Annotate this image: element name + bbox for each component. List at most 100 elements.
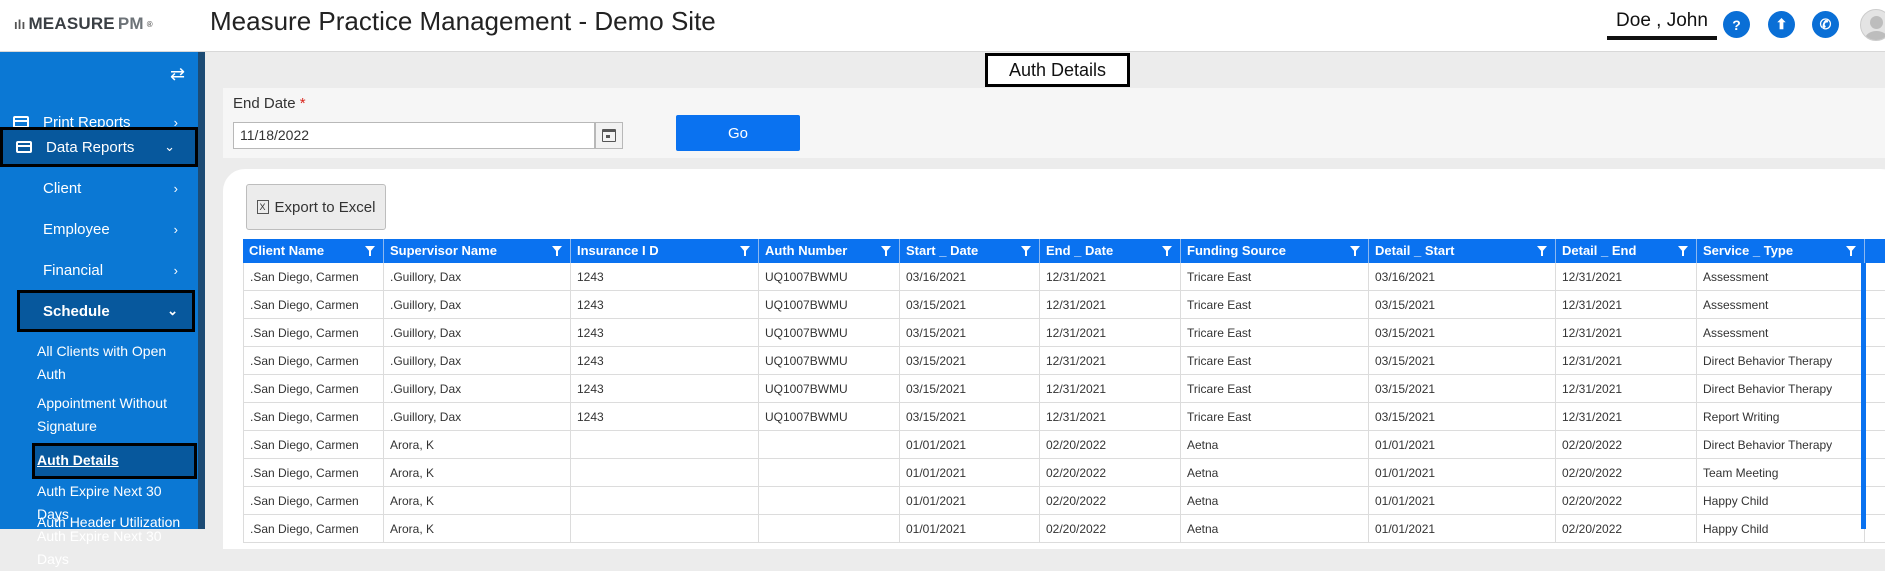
filter-icon[interactable]: [1021, 246, 1031, 256]
filter-icon[interactable]: [1162, 246, 1172, 256]
filter-icon[interactable]: [740, 246, 750, 256]
table-cell: 03/15/2021: [1369, 347, 1556, 375]
table-cell: 12/31/2021: [1556, 375, 1697, 403]
sidebar-item-data-reports[interactable]: Data Reports ⌄: [0, 127, 198, 167]
table-cell: .San Diego, Carmen: [243, 487, 384, 515]
table-row[interactable]: .San Diego, Carmen .Guillory, Dax 1243 UQ10…: [243, 375, 1885, 403]
column-header[interactable]: End _ Date: [1040, 239, 1181, 263]
table-row[interactable]: .San Diego, Carmen Arora, K 01/01/2021 02/2…: [243, 431, 1885, 459]
export-label: Export to Excel: [274, 198, 376, 216]
table-row[interactable]: .San Diego, Carmen .Guillory, Dax 1243 UQ10…: [243, 291, 1885, 319]
avatar[interactable]: [1860, 9, 1885, 41]
filter-icon[interactable]: [881, 246, 891, 256]
sidebar-leaf-all-clients-open-auth[interactable]: All Clients with Open Auth: [37, 340, 187, 386]
table-cell: Assessment: [1697, 263, 1865, 291]
table-cell: 03/16/2021: [900, 263, 1040, 291]
filter-icon[interactable]: [1350, 246, 1360, 256]
table-cell: 12/31/2021: [1040, 319, 1181, 347]
upload-icon[interactable]: ⬆: [1768, 11, 1795, 38]
page-title: Auth Details: [985, 53, 1130, 87]
logo-trademark: ®: [146, 19, 153, 29]
sidebar-scrollbar[interactable]: [198, 52, 205, 529]
table-cell: Aetna: [1181, 515, 1369, 543]
table-cell: [571, 459, 759, 487]
excel-icon: X: [256, 200, 269, 214]
table-cell: Happy Child: [1697, 487, 1865, 515]
filter-icon[interactable]: [552, 246, 562, 256]
table-row[interactable]: .San Diego, Carmen .Guillory, Dax 1243 UQ10…: [243, 347, 1885, 375]
measurepm-logo[interactable]: ılı MEASURE PM ®: [14, 14, 153, 34]
table-row[interactable]: .San Diego, Carmen .Guillory, Dax 1243 UQ10…: [243, 403, 1885, 431]
column-header[interactable]: Funding Source: [1181, 239, 1369, 263]
table-cell: 01/01/2021: [900, 431, 1040, 459]
column-header-label: Insurance I D: [577, 243, 659, 258]
table-row[interactable]: .San Diego, Carmen Arora, K 01/01/2021 02/2…: [243, 515, 1885, 543]
table-cell: 12/31/2021: [1556, 291, 1697, 319]
table-cell: UQ1007BWMU: [759, 347, 900, 375]
column-header[interactable]: Supervisor Name: [384, 239, 571, 263]
table-cell: 01/01/2021: [900, 487, 1040, 515]
column-header-label: End _ Date: [1046, 243, 1114, 258]
table-row[interactable]: .San Diego, Carmen .Guillory, Dax 1243 UQ10…: [243, 319, 1885, 347]
table-cell: 02/20/2022: [1556, 515, 1697, 543]
table-cell: UQ1007BWMU: [759, 375, 900, 403]
chevron-right-icon: ›: [173, 221, 178, 237]
column-header[interactable]: Auth Number: [759, 239, 900, 263]
table-row[interactable]: .San Diego, Carmen Arora, K 01/01/2021 02/2…: [243, 459, 1885, 487]
go-button[interactable]: Go: [676, 115, 800, 151]
sidebar-toggle-icon[interactable]: ⇄: [170, 64, 185, 85]
table-row[interactable]: .San Diego, Carmen .Guillory, Dax 1243 UQ10…: [243, 263, 1885, 291]
table-cell: Aetna: [1181, 487, 1369, 515]
column-header[interactable]: Detail _ Start: [1369, 239, 1556, 263]
grid-header: Client Name Supervisor Name Insurance I D A…: [243, 239, 1885, 263]
sidebar-item-employee[interactable]: Employee ›: [0, 211, 198, 247]
table-cell: 12/31/2021: [1556, 263, 1697, 291]
sidebar-leaf-appointment-without-signature[interactable]: Appointment Without Signature: [37, 392, 187, 438]
sidebar-item-label: Financial: [43, 261, 104, 279]
help-icon[interactable]: ?: [1723, 11, 1750, 38]
phone-icon[interactable]: ✆: [1812, 11, 1839, 38]
column-header[interactable]: Insurance I D: [571, 239, 759, 263]
table-cell: Happy Child: [1697, 515, 1865, 543]
logo-mark-icon: ılı: [14, 16, 26, 32]
export-to-excel-button[interactable]: X Export to Excel: [246, 184, 386, 230]
column-header-label: Client Name: [249, 243, 325, 258]
table-cell: 12/31/2021: [1040, 291, 1181, 319]
table-cell: [571, 515, 759, 543]
grid-scrollbar[interactable]: [1861, 263, 1866, 529]
table-cell: 03/15/2021: [1369, 319, 1556, 347]
filter-icon[interactable]: [1678, 246, 1688, 256]
sidebar-leaf-auth-header-utilization[interactable]: Auth Header Utilization: [37, 511, 187, 534]
end-date-input[interactable]: 11/18/2022: [233, 122, 595, 149]
table-cell: 02/20/2022: [1040, 459, 1181, 487]
table-cell: .San Diego, Carmen: [243, 403, 384, 431]
sidebar-leaf-auth-details[interactable]: Auth Details: [37, 449, 187, 472]
table-row[interactable]: .San Diego, Carmen Arora, K 01/01/2021 02/2…: [243, 487, 1885, 515]
app-title: Measure Practice Management - Demo Site: [210, 6, 716, 36]
table-cell: Direct Behavior Therapy: [1697, 375, 1865, 403]
table-cell: 12/31/2021: [1556, 347, 1697, 375]
table-cell: .San Diego, Carmen: [243, 291, 384, 319]
column-header[interactable]: Start _ Date: [900, 239, 1040, 263]
sidebar-item-client[interactable]: Client ›: [0, 170, 198, 206]
table-cell: Direct Behavior Therapy: [1697, 431, 1865, 459]
filter-icon[interactable]: [1537, 246, 1547, 256]
table-cell: 02/20/2022: [1556, 431, 1697, 459]
column-header[interactable]: Service _ Type: [1697, 239, 1865, 263]
sidebar-item-schedule[interactable]: Schedule ⌄: [17, 290, 195, 332]
column-header-label: Start _ Date: [906, 243, 979, 258]
table-cell: .San Diego, Carmen: [243, 431, 384, 459]
table-cell: 01/01/2021: [1369, 459, 1556, 487]
top-bar: ılı MEASURE PM ® Measure Practice Manageme…: [0, 0, 1885, 52]
grid-body: .San Diego, Carmen .Guillory, Dax 1243 UQ10…: [243, 263, 1885, 543]
filter-icon[interactable]: [1846, 246, 1856, 256]
table-cell: 12/31/2021: [1040, 403, 1181, 431]
filter-icon[interactable]: [365, 246, 375, 256]
sidebar-item-financial[interactable]: Financial ›: [0, 252, 198, 288]
calendar-button[interactable]: [595, 122, 623, 149]
column-header[interactable]: Client Name: [243, 239, 384, 263]
end-date-label: End Date *: [233, 95, 306, 112]
table-cell: 12/31/2021: [1040, 263, 1181, 291]
user-name[interactable]: Doe , John: [1607, 10, 1717, 40]
column-header[interactable]: Detail _ End: [1556, 239, 1697, 263]
